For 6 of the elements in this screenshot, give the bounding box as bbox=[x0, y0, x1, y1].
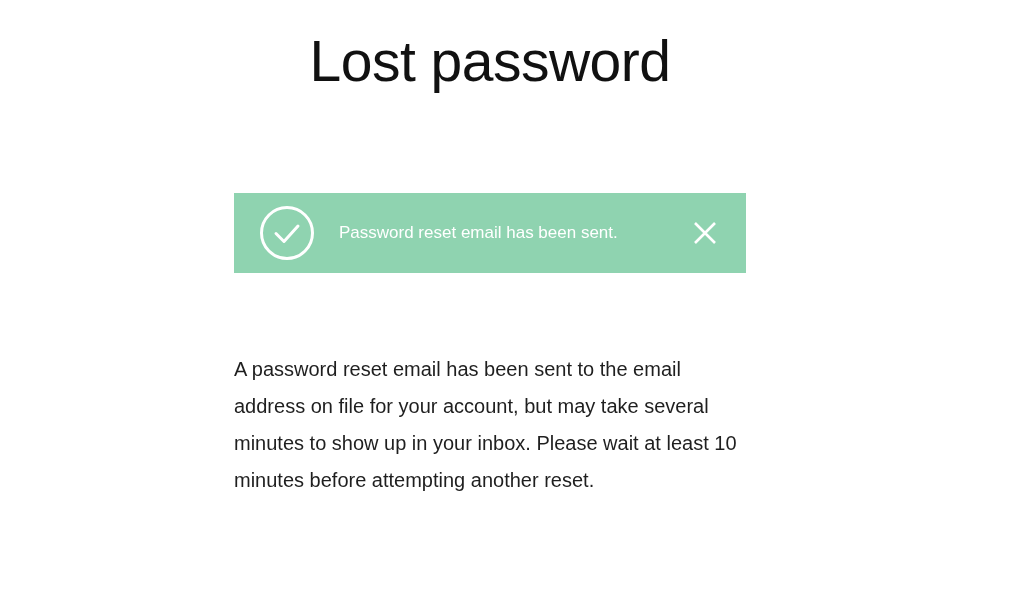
close-button[interactable] bbox=[694, 222, 716, 244]
page-title: Lost password bbox=[308, 28, 672, 95]
notice-message: Password reset email has been sent. bbox=[339, 223, 619, 243]
info-paragraph: A password reset email has been sent to the email address on file for your account, but may take several minutes to show up in your inbox. Please wait at least 10 minutes before attempting another reset. bbox=[234, 357, 738, 493]
check-circle-icon bbox=[260, 206, 314, 260]
close-icon bbox=[694, 222, 716, 244]
